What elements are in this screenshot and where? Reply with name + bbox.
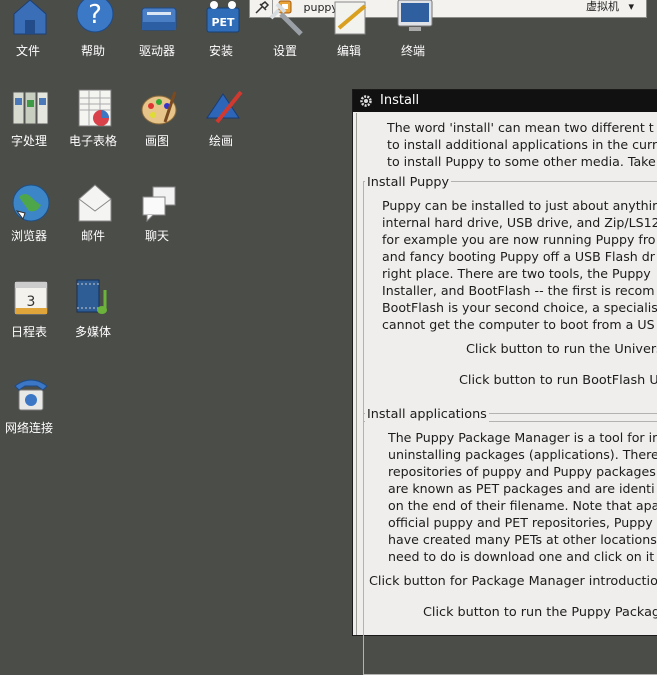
- desktop-icon-network[interactable]: 网络连接: [0, 372, 61, 435]
- desktop-icon-label: 编辑: [336, 44, 361, 58]
- pet-badge: PET: [211, 16, 235, 29]
- install-apps-line: on the end of their filename. Note that …: [388, 498, 657, 513]
- gear-icon: [360, 95, 372, 107]
- home-folder-icon: [13, 0, 47, 35]
- pet-package-icon: PET: [206, 1, 240, 33]
- desktop-icon-label: 电子表格: [68, 134, 117, 148]
- install-apps-line: have created many PETs at other location…: [388, 532, 657, 547]
- desktop-icon-settings[interactable]: 设置: [253, 0, 317, 62]
- mail-icon: [78, 184, 112, 222]
- install-apps-line: are known as PET packages and are identi: [388, 481, 655, 496]
- window-title: Install: [380, 93, 420, 108]
- install-apps-line: official puppy and PET repositories, Pup…: [388, 515, 653, 530]
- desktop-icon-label: 多媒体: [74, 325, 111, 339]
- help-icon: ?: [76, 0, 114, 33]
- chevron-down-icon: ▾: [628, 0, 634, 13]
- desktop-icon-mail[interactable]: 邮件: [61, 180, 125, 243]
- install-puppy-line: BootFlash is your second choice, a speci…: [382, 300, 657, 315]
- install-puppy-line: cannot get the computer to boot from a U…: [382, 317, 655, 332]
- window-body: The word 'install' can mean two differen…: [356, 113, 657, 675]
- calendar-day: 3: [27, 294, 36, 310]
- svg-text:?: ?: [88, 0, 102, 30]
- desktop-icon-label: 绘画: [208, 134, 233, 148]
- phone-icon: [14, 379, 48, 411]
- install-apps-line: uninstalling packages (applications). Th…: [388, 447, 657, 462]
- desktop-icon-terminal[interactable]: 终端: [381, 0, 445, 62]
- wrench-icon: [269, 2, 303, 36]
- install-puppy-line: right place. There are two tools, the Pu…: [382, 266, 651, 281]
- install-puppy-line: Installer, and BootFlash -- the first is…: [382, 283, 655, 298]
- spreadsheet-icon: [78, 89, 112, 127]
- intro-line: to install Puppy to some other media. Ta…: [387, 154, 656, 169]
- desktop-icon-label: 设置: [272, 44, 297, 58]
- desktop-icon-label: 浏览器: [10, 229, 47, 243]
- vm-menu-label: 虚拟机: [585, 0, 619, 13]
- desktop-icon-calendar[interactable]: 3 日程表: [0, 274, 61, 339]
- install-puppy-legend: Install Puppy: [365, 175, 452, 191]
- desktop-icon-label: 日程表: [10, 325, 47, 339]
- intro-line: The word 'install' can mean two differen…: [387, 120, 654, 135]
- install-puppy-line: internal hard drive, USB drive, and Zip/…: [382, 215, 657, 230]
- drive-icon: [141, 7, 177, 31]
- bootflash-label: Click button to run BootFlash US: [459, 373, 657, 388]
- install-apps-line: repositories of puppy and Puppy packages: [388, 464, 656, 479]
- desktop-icon-help[interactable]: ? 帮助: [61, 0, 125, 62]
- multimedia-icon: [76, 279, 107, 314]
- desktop-icon-label: 聊天: [144, 229, 169, 243]
- intro-line: to install additional applications in th…: [387, 137, 657, 152]
- install-puppy-line: for example you are now running Puppy fr…: [382, 232, 656, 247]
- globe-icon: [12, 184, 50, 222]
- package-manager-run-label: Click button to run the Puppy Packag: [423, 605, 657, 620]
- chat-icon: [142, 186, 176, 223]
- universal-installer-label: Click button to run the Univers: [466, 342, 657, 357]
- install-apps-legend: Install applications: [365, 407, 489, 423]
- desktop-icon-spreadsheet[interactable]: 电子表格: [61, 86, 125, 148]
- desktop-icon-multimedia[interactable]: 多媒体: [61, 274, 125, 339]
- window-titlebar[interactable]: Install: [353, 90, 657, 112]
- books-icon: [12, 91, 49, 125]
- desktop-icon-label: 字处理: [10, 134, 47, 148]
- desktop-icon-label: 画图: [144, 134, 169, 148]
- calendar-icon: 3: [14, 281, 48, 315]
- desktop-icon-draw[interactable]: 绘画: [189, 86, 253, 148]
- desktop-icon-chat[interactable]: 聊天: [125, 180, 189, 243]
- desktop-icon-editor[interactable]: 编辑: [317, 0, 381, 62]
- palette-icon: [141, 91, 177, 125]
- desktop-icon-wordprocessor[interactable]: 字处理: [0, 86, 61, 148]
- desktop-icon-label: 文件: [15, 44, 40, 58]
- install-puppy-line: and fancy booting Puppy off a USB Flash …: [382, 249, 655, 264]
- desktop-icon-install[interactable]: PET 安装: [189, 0, 253, 62]
- package-manager-intro-label: Click button for Package Manager introdu…: [369, 574, 657, 589]
- desktop-icon-label: 安装: [208, 44, 233, 58]
- vm-menu[interactable]: 虚拟机 ▾: [586, 0, 634, 14]
- desktop-icon-label: 邮件: [80, 229, 105, 243]
- terminal-icon: [397, 0, 433, 31]
- install-window: Install The word 'install' can mean two …: [352, 89, 657, 675]
- text-editor-icon: [334, 1, 367, 35]
- desktop-icon-files[interactable]: 文件: [0, 0, 60, 62]
- desktop-icon-label: 帮助: [80, 44, 105, 58]
- install-apps-line: The Puppy Package Manager is a tool for …: [388, 430, 657, 445]
- install-apps-line: need to do is download one and click on …: [388, 549, 655, 564]
- desktop-icon-label: 终端: [400, 44, 425, 58]
- desktop-icon-label: 驱动器: [138, 44, 175, 58]
- desktop-icon-paint[interactable]: 画图: [125, 86, 189, 148]
- install-puppy-line: Puppy can be installed to just about any…: [382, 198, 657, 213]
- desktop-icon-label: 网络连接: [4, 421, 53, 435]
- desktop-icon-browser[interactable]: 浏览器: [0, 180, 61, 243]
- draw-icon: [206, 90, 243, 124]
- desktop-icon-drives[interactable]: 驱动器: [125, 0, 189, 62]
